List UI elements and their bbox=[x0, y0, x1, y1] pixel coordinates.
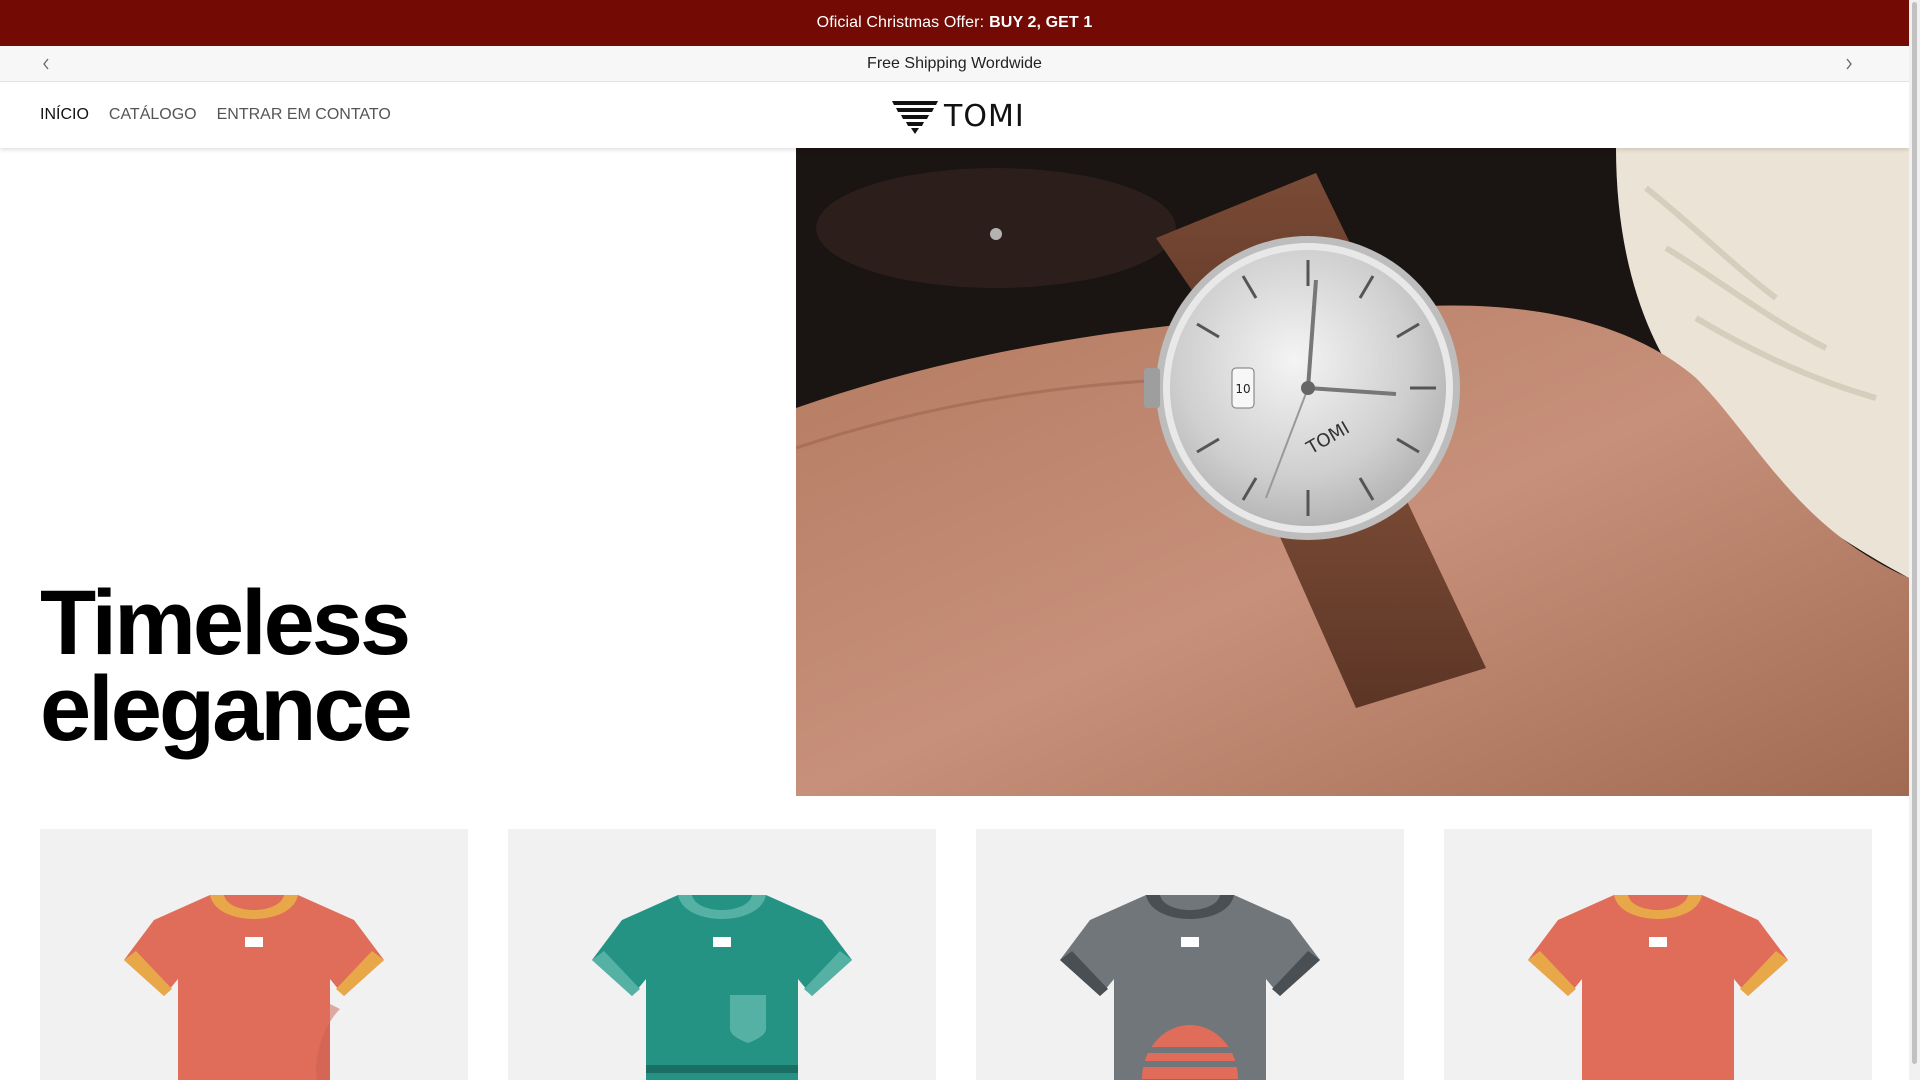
chevron-right-icon[interactable] bbox=[1834, 46, 1864, 81]
tshirt-icon bbox=[592, 895, 852, 1080]
svg-text:10: 10 bbox=[1235, 382, 1250, 396]
main-nav: INÍCIO CATÁLOGO ENTRAR EM CONTATO bbox=[40, 82, 391, 148]
scrollbar-thumb[interactable] bbox=[1912, 2, 1917, 1064]
logo-mark-icon bbox=[892, 101, 938, 134]
brand-name: TOMI bbox=[944, 98, 1025, 134]
watch-on-wrist-image: 10 TOMI bbox=[796, 148, 1909, 796]
product-card-1[interactable] bbox=[40, 829, 468, 1080]
hero-title-line2: elegance bbox=[40, 658, 413, 760]
page: Oficial Christmas Offer: BUY 2, GET 1 Fr… bbox=[0, 0, 1909, 1080]
product-card-2[interactable] bbox=[508, 829, 936, 1080]
nav-item-contato[interactable]: ENTRAR EM CONTATO bbox=[217, 106, 391, 124]
announcement-text: Oficial Christmas Offer: bbox=[816, 14, 985, 31]
tshirt-icon bbox=[124, 895, 384, 1080]
product-card-4[interactable] bbox=[1444, 829, 1872, 1080]
shipping-bar: Free Shipping Wordwide bbox=[0, 46, 1909, 82]
tshirt-icon bbox=[1060, 895, 1320, 1080]
hero-title: Timeless elegance bbox=[40, 577, 413, 755]
tshirt-icon bbox=[1528, 895, 1788, 1080]
nav-item-inicio[interactable]: INÍCIO bbox=[40, 106, 89, 124]
site-header: INÍCIO CATÁLOGO ENTRAR EM CONTATO TOMI bbox=[0, 82, 1909, 148]
nav-item-catalogo[interactable]: CATÁLOGO bbox=[109, 106, 197, 124]
shipping-text: Free Shipping Wordwide bbox=[867, 54, 1042, 72]
chevron-left-icon[interactable] bbox=[31, 46, 61, 81]
hero-banner: Timeless elegance 10 TOMI bbox=[0, 148, 1909, 796]
product-card-3[interactable] bbox=[976, 829, 1404, 1080]
page-scrollbar[interactable] bbox=[1909, 0, 1920, 1080]
announcement-highlight: BUY 2, GET 1 bbox=[989, 14, 1093, 31]
brand-logo[interactable]: TOMI bbox=[890, 96, 1025, 136]
announcement-bar: Oficial Christmas Offer: BUY 2, GET 1 bbox=[0, 0, 1909, 46]
